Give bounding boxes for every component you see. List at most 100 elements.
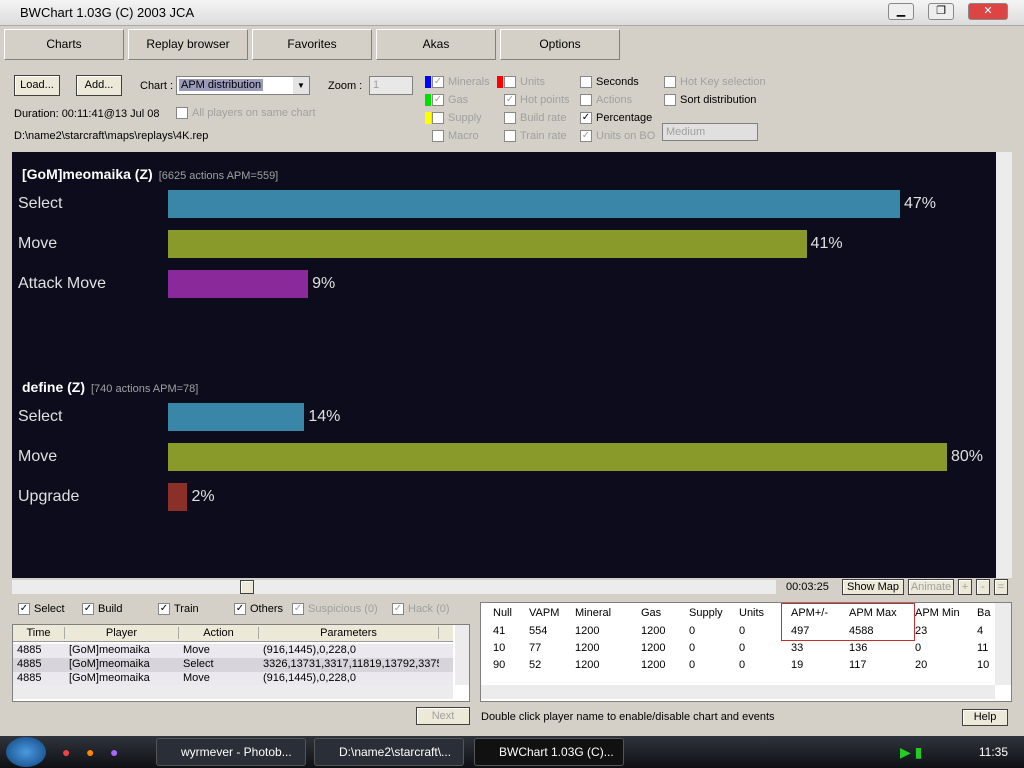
- column-header[interactable]: Mineral: [575, 607, 611, 619]
- column-header[interactable]: Player: [65, 627, 179, 639]
- player-name[interactable]: define (Z): [22, 379, 85, 395]
- player-header[interactable]: define (Z) [740 actions APM=78]: [22, 379, 198, 395]
- minimize-button[interactable]: ▁: [888, 3, 914, 20]
- option-minerals[interactable]: ✓ Minerals: [425, 76, 490, 89]
- checkbox[interactable]: ✓: [158, 603, 170, 616]
- checkbox[interactable]: ✓: [234, 603, 246, 616]
- timeline-thumb[interactable]: [240, 580, 254, 594]
- tab-charts[interactable]: Charts: [4, 29, 124, 60]
- option-units[interactable]: Units: [497, 76, 545, 89]
- all-players-checkbox[interactable]: All players on same chart: [176, 107, 316, 120]
- tab-replay-browser[interactable]: Replay browser: [128, 29, 248, 60]
- option-hot-points[interactable]: ✓ Hot points: [504, 94, 570, 107]
- close-button[interactable]: ✕: [968, 3, 1008, 20]
- firefox-icon[interactable]: ●: [86, 744, 94, 760]
- checkbox[interactable]: ✓: [18, 603, 30, 616]
- events-vertical-scrollbar[interactable]: [455, 625, 469, 685]
- table-row[interactable]: 4885 [GoM]meomaika Select 3326,13731,3317,1…: [13, 658, 453, 672]
- zoom-in-button[interactable]: +: [958, 579, 972, 595]
- option-macro[interactable]: Macro: [432, 130, 479, 143]
- checkbox[interactable]: ✓: [432, 76, 444, 89]
- stats-vertical-scrollbar[interactable]: [995, 603, 1011, 685]
- tray-icon[interactable]: ▶ ▮: [900, 744, 922, 761]
- events-horizontal-scrollbar[interactable]: [13, 685, 453, 699]
- checkbox[interactable]: ✓: [432, 94, 444, 107]
- option-build-rate[interactable]: Build rate: [504, 112, 566, 125]
- quicklaunch-icon[interactable]: ●: [62, 744, 70, 760]
- chart-select[interactable]: APM distribution ▼: [176, 76, 310, 95]
- player-name[interactable]: [GoM]meomaika (Z): [22, 166, 153, 182]
- filter-select[interactable]: ✓ Select: [18, 603, 65, 616]
- checkbox[interactable]: [664, 94, 676, 107]
- column-header[interactable]: APM Min: [915, 607, 960, 619]
- checkbox[interactable]: [504, 112, 516, 125]
- option-percentage[interactable]: ✓ Percentage: [580, 112, 652, 125]
- filter-suspicious[interactable]: ✓ Suspicious (0): [292, 603, 378, 616]
- timeline-scrollbar[interactable]: [12, 580, 776, 594]
- taskbar-item[interactable]: wyrmever - Photob...: [156, 738, 306, 766]
- column-header[interactable]: VAPM: [529, 607, 559, 619]
- option-units-on-bo[interactable]: ✓ Units on BO: [580, 130, 655, 143]
- media-icon[interactable]: ●: [110, 744, 118, 760]
- table-row[interactable]: 4885 [GoM]meomaika Move (916,1445),0,228,0: [13, 672, 453, 686]
- option-train-rate[interactable]: Train rate: [504, 130, 567, 143]
- tab-favorites[interactable]: Favorites: [252, 29, 372, 60]
- table-cell: 23: [915, 625, 928, 637]
- animate-button[interactable]: Animate: [908, 579, 954, 595]
- load-button[interactable]: Load...: [14, 75, 60, 96]
- option-gas[interactable]: ✓ Gas: [425, 94, 468, 107]
- zoom-select[interactable]: 1: [369, 76, 413, 95]
- filter-build[interactable]: ✓ Build: [82, 603, 122, 616]
- option-sort-distribution[interactable]: Sort distribution: [664, 94, 756, 107]
- reset-zoom-button[interactable]: =: [994, 579, 1008, 595]
- filter-hack[interactable]: ✓ Hack (0): [392, 603, 450, 616]
- checkbox[interactable]: [504, 130, 516, 143]
- taskbar-item[interactable]: D:\name2\starcraft\...: [314, 738, 464, 766]
- table-row[interactable]: 90 52 1200 1200 0 0 19 117 20 10: [481, 659, 995, 673]
- tab-akas[interactable]: Akas: [376, 29, 496, 60]
- stats-horizontal-scrollbar[interactable]: [481, 685, 995, 699]
- filter-others[interactable]: ✓ Others: [234, 603, 283, 616]
- maximize-button[interactable]: ❐: [928, 3, 954, 20]
- taskbar-item[interactable]: BWChart 1.03G (C)...: [474, 738, 624, 766]
- next-button[interactable]: Next: [416, 707, 470, 725]
- chevron-down-icon[interactable]: ▼: [293, 77, 309, 94]
- checkbox[interactable]: [432, 112, 444, 125]
- option-seconds[interactable]: Seconds: [580, 76, 639, 89]
- checkbox[interactable]: [504, 76, 516, 89]
- show-map-button[interactable]: Show Map: [842, 579, 904, 595]
- option-supply[interactable]: Supply: [425, 112, 482, 125]
- column-header[interactable]: Null: [493, 607, 512, 619]
- checkbox[interactable]: [432, 130, 444, 143]
- column-header[interactable]: Ba: [977, 607, 990, 619]
- checkbox[interactable]: [580, 94, 592, 107]
- filter-train[interactable]: ✓ Train: [158, 603, 199, 616]
- table-row[interactable]: 10 77 1200 1200 0 0 33 136 0 11: [481, 642, 995, 656]
- start-button[interactable]: [6, 737, 46, 767]
- checkbox[interactable]: ✓: [580, 130, 592, 143]
- checkbox[interactable]: ✓: [82, 603, 94, 616]
- help-button[interactable]: Help: [962, 709, 1008, 726]
- player-header[interactable]: [GoM]meomaika (Z) [6625 actions APM=559]: [22, 166, 278, 182]
- checkbox[interactable]: ✓: [504, 94, 516, 107]
- checkbox[interactable]: ✓: [580, 112, 592, 125]
- column-header[interactable]: Units: [739, 607, 764, 619]
- table-row[interactable]: 41 554 1200 1200 0 0 497 4588 23 4: [481, 625, 995, 639]
- column-header[interactable]: Gas: [641, 607, 661, 619]
- tab-options[interactable]: Options: [500, 29, 620, 60]
- column-header[interactable]: Supply: [689, 607, 723, 619]
- checkbox[interactable]: [664, 76, 676, 89]
- column-header[interactable]: Time: [13, 627, 65, 639]
- chart-vertical-scrollbar[interactable]: [996, 152, 1012, 578]
- speed-select[interactable]: Medium: [662, 123, 758, 141]
- column-header[interactable]: Parameters: [259, 627, 439, 639]
- checkbox[interactable]: ✓: [292, 603, 304, 616]
- table-row[interactable]: 4885 [GoM]meomaika Move (916,1445),0,228,0: [13, 644, 453, 658]
- checkbox[interactable]: ✓: [392, 603, 404, 616]
- option-actions[interactable]: Actions: [580, 94, 632, 107]
- checkbox[interactable]: [580, 76, 592, 89]
- zoom-out-button[interactable]: -: [976, 579, 990, 595]
- option-hot-key-selection[interactable]: Hot Key selection: [664, 76, 766, 89]
- column-header[interactable]: Action: [179, 627, 259, 639]
- add-button[interactable]: Add...: [76, 75, 122, 96]
